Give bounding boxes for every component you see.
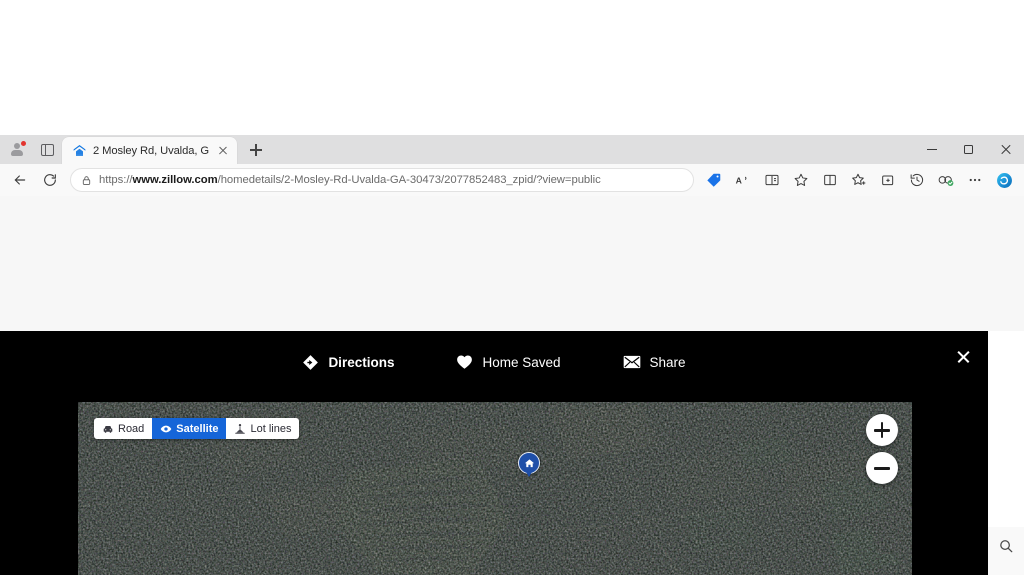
edge-sidebar xyxy=(988,527,1024,575)
sidebar-item-shopping[interactable] xyxy=(992,571,1020,575)
window-minimize-button[interactable] xyxy=(913,135,950,164)
directions-button[interactable]: Directions xyxy=(296,350,400,375)
directions-label: Directions xyxy=(328,354,395,370)
window-close-button[interactable] xyxy=(987,135,1024,164)
envelope-icon xyxy=(623,355,641,369)
back-button[interactable] xyxy=(6,166,34,194)
copilot-icon[interactable] xyxy=(990,166,1018,194)
add-favorite-icon[interactable] xyxy=(845,166,873,194)
home-marker[interactable] xyxy=(518,452,540,477)
map-zoom-controls xyxy=(866,414,898,484)
window-controls xyxy=(913,135,1024,164)
svg-text:A: A xyxy=(736,175,743,185)
settings-more-icon[interactable] xyxy=(961,166,989,194)
new-tab-button[interactable] xyxy=(243,137,269,163)
map-type-satellite[interactable]: Satellite xyxy=(152,418,227,439)
map-zoom-out-button[interactable] xyxy=(866,452,898,484)
profile-notification-dot xyxy=(21,140,26,146)
navigation-bar: https://www.zillow.com/homedetails/2-Mos… xyxy=(0,164,1024,196)
heart-filled-icon xyxy=(456,354,473,370)
home-saved-button[interactable]: Home Saved xyxy=(450,350,566,374)
split-screen-icon xyxy=(40,143,54,156)
address-bar[interactable]: https://www.zillow.com/homedetails/2-Mos… xyxy=(70,168,694,192)
overlay-action-bar: Directions Home Saved Share xyxy=(0,331,988,393)
reload-button[interactable] xyxy=(36,166,64,194)
zillow-favicon xyxy=(72,143,87,158)
map-type-toggle: Road Satellite Lot lines xyxy=(94,418,300,439)
map-type-road[interactable]: Road xyxy=(94,418,153,439)
map-type-road-label: Road xyxy=(118,422,145,435)
map-zoom-in-button[interactable] xyxy=(866,414,898,446)
share-label: Share xyxy=(649,354,686,370)
house-icon xyxy=(524,458,535,469)
page-viewport: Directions Home Saved Share Road Satelli… xyxy=(0,331,1024,575)
satellite-map[interactable]: Road Satellite Lot lines xyxy=(78,402,912,575)
screen: 2 Mosley Rd, Uvalda, GA 30473 | xyxy=(0,0,1024,575)
sidebar-item-search[interactable] xyxy=(992,533,1020,559)
history-icon[interactable] xyxy=(903,166,931,194)
browser-toolbar: A xyxy=(700,166,1018,194)
blank-area-above-browser xyxy=(0,0,1024,135)
close-icon xyxy=(956,350,971,365)
home-saved-label: Home Saved xyxy=(482,354,561,370)
browser-essentials-icon[interactable] xyxy=(932,166,960,194)
tab-close-icon[interactable] xyxy=(215,143,231,159)
directions-diamond-icon xyxy=(302,354,319,371)
lot-lines-icon xyxy=(234,423,246,435)
share-button[interactable]: Share xyxy=(617,351,692,374)
window-maximize-button[interactable] xyxy=(950,135,987,164)
map-type-lot-lines[interactable]: Lot lines xyxy=(226,418,300,439)
tab-strip-left-controls xyxy=(0,135,62,164)
shopping-tag-icon[interactable] xyxy=(700,166,728,194)
browser-tab[interactable]: 2 Mosley Rd, Uvalda, GA 30473 | xyxy=(62,137,237,164)
read-aloud-icon[interactable]: A xyxy=(729,166,757,194)
lock-icon xyxy=(81,175,92,186)
immersive-reader-icon[interactable] xyxy=(758,166,786,194)
browser-window: 2 Mosley Rd, Uvalda, GA 30473 | xyxy=(0,135,1024,575)
car-icon xyxy=(102,423,114,435)
split-screen-icon[interactable] xyxy=(816,166,844,194)
address-bar-url: https://www.zillow.com/homedetails/2-Mos… xyxy=(99,174,601,186)
map-type-lot-lines-label: Lot lines xyxy=(250,422,292,435)
favorite-star-icon[interactable] xyxy=(787,166,815,194)
profile-button[interactable] xyxy=(6,139,28,161)
tab-actions-button[interactable] xyxy=(36,139,58,161)
close-overlay-button[interactable] xyxy=(946,340,980,374)
map-fullscreen-overlay: Directions Home Saved Share Road Satelli… xyxy=(0,331,988,575)
tab-title: 2 Mosley Rd, Uvalda, GA 30473 | xyxy=(93,144,209,157)
collections-icon[interactable] xyxy=(874,166,902,194)
tab-strip: 2 Mosley Rd, Uvalda, GA 30473 | xyxy=(0,135,1024,164)
map-type-satellite-label: Satellite xyxy=(176,422,219,435)
eye-icon xyxy=(160,423,172,435)
